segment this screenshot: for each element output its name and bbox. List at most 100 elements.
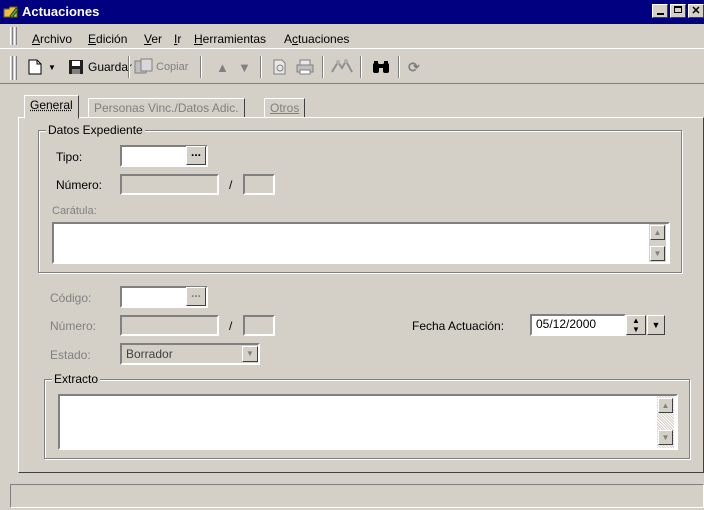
- estado-dropdown-button[interactable]: ▼: [242, 346, 258, 362]
- toolbar-grip[interactable]: [10, 56, 13, 80]
- move-up-button[interactable]: ▲: [216, 56, 229, 78]
- menu-edicion[interactable]: Edición: [88, 32, 127, 46]
- tab-general[interactable]: General: [24, 95, 79, 119]
- estado-value: Borrador: [126, 347, 173, 361]
- folder-pencil-icon: [3, 6, 19, 19]
- scroll-down-arrow-icon: ▼: [653, 249, 662, 258]
- estado-select[interactable]: Borrador ▼: [120, 343, 260, 365]
- refresh-button[interactable]: ⟳: [408, 56, 420, 78]
- move-down-button[interactable]: ▼: [238, 56, 251, 78]
- chevron-down-icon: ▼: [651, 320, 661, 330]
- fecha-spin-button[interactable]: ▲ ▼: [626, 315, 646, 335]
- print-button[interactable]: [296, 56, 314, 78]
- expediente-anio-input[interactable]: [243, 174, 275, 195]
- refresh-icon: ⟳: [408, 58, 420, 75]
- tab-otros[interactable]: Otros: [264, 98, 306, 118]
- arrow-down-icon: ▼: [238, 59, 251, 75]
- spin-down-icon: ▼: [632, 325, 640, 334]
- toolbar-separator: [260, 56, 262, 78]
- save-button[interactable]: Guardar: [68, 56, 132, 78]
- print-icon: [296, 59, 314, 75]
- expediente-numero-input[interactable]: [120, 174, 219, 195]
- search-button[interactable]: [372, 56, 390, 78]
- toolbar-separator: [398, 56, 400, 78]
- menu-actuaciones[interactable]: Actuaciones: [284, 32, 349, 46]
- tab-otros-label: Otros: [270, 101, 300, 115]
- title-bar[interactable]: Actuaciones ✕: [0, 0, 704, 24]
- print-preview-button[interactable]: [272, 56, 288, 78]
- status-bar: [10, 484, 704, 508]
- menu-grip-2[interactable]: [14, 27, 17, 45]
- close-icon: ✕: [691, 5, 701, 17]
- scroll-up-arrow-icon: ▲: [661, 401, 670, 410]
- copy-button[interactable]: Copiar: [134, 56, 188, 78]
- workflow-icon: [331, 58, 353, 73]
- floppy-disk-icon: [69, 60, 83, 74]
- new-button[interactable]: ▼: [28, 56, 56, 78]
- toolbar: ▼ Guardar Copiar ▲ ▼ ⟳: [0, 49, 704, 84]
- scroll-up-button[interactable]: ▲: [658, 398, 673, 413]
- actuacion-numero-separator: /: [229, 319, 233, 333]
- arrow-up-icon: ▲: [216, 59, 229, 75]
- spin-up-icon: ▲: [632, 316, 640, 325]
- expediente-numero-separator: /: [229, 178, 233, 192]
- tab-personas[interactable]: Personas Vinc./Datos Adic.: [88, 98, 245, 118]
- print-preview-icon: [273, 59, 286, 75]
- menu-ir[interactable]: Ir: [174, 32, 181, 46]
- menu-archivo[interactable]: Archivo: [32, 32, 72, 46]
- maximize-icon: [674, 6, 682, 13]
- toolbar-grip-2[interactable]: [14, 56, 17, 80]
- fecha-actuacion-label: Fecha Actuación:: [412, 319, 505, 333]
- caratula-scrollbar[interactable]: ▲ ▼: [649, 224, 666, 262]
- scroll-up-arrow-icon: ▲: [653, 228, 662, 237]
- extracto-scrollbar[interactable]: ▲ ▼: [657, 396, 674, 448]
- expediente-numero-label: Número:: [56, 178, 103, 192]
- toolbar-separator: [200, 56, 202, 78]
- caratula-textarea[interactable]: [52, 222, 670, 264]
- fecha-actuacion-input[interactable]: 05/12/2000: [530, 314, 626, 336]
- tab-general-label: General: [30, 98, 73, 112]
- codigo-label: Código:: [50, 291, 92, 305]
- dropdown-arrow-icon[interactable]: ▼: [48, 63, 56, 72]
- scroll-down-arrow-icon: ▼: [661, 433, 670, 442]
- extracto-label: Extracto: [52, 372, 101, 386]
- estado-label: Estado:: [50, 348, 91, 362]
- codigo-lookup-button[interactable]: ...: [186, 287, 206, 306]
- chevron-down-icon: ▼: [246, 349, 254, 358]
- scroll-down-button[interactable]: ▼: [650, 246, 665, 261]
- menu-herramientas[interactable]: Herramientas: [194, 32, 266, 46]
- minimize-icon: [656, 13, 664, 15]
- toolbar-separator: [360, 56, 362, 78]
- fecha-dropdown-button[interactable]: ▼: [647, 315, 665, 335]
- scroll-down-button[interactable]: ▼: [658, 430, 673, 445]
- save-label: Guardar: [88, 60, 133, 74]
- tipo-label: Tipo:: [56, 150, 83, 164]
- workflow-button[interactable]: [330, 56, 354, 78]
- copy-icon: [134, 58, 153, 74]
- actuacion-anio-input[interactable]: [243, 315, 275, 336]
- scroll-up-button[interactable]: ▲: [650, 225, 665, 240]
- toolbar-separator: [322, 56, 324, 78]
- caratula-label: Carátula:: [52, 205, 97, 217]
- fecha-actuacion-value: 05/12/2000: [536, 317, 597, 331]
- menu-bar: Archivo Edición Ver Ir Herramientas Actu…: [0, 24, 704, 49]
- extracto-textarea[interactable]: [58, 394, 678, 450]
- close-button[interactable]: ✕: [688, 4, 704, 18]
- tab-personas-label: Personas Vinc./Datos Adic.: [94, 101, 239, 115]
- maximize-button[interactable]: [670, 4, 686, 18]
- datos-expediente-label: Datos Expediente: [46, 123, 145, 137]
- tipo-lookup-button[interactable]: ...: [186, 146, 206, 165]
- window-title: Actuaciones: [22, 4, 100, 19]
- menu-ver[interactable]: Ver: [144, 32, 162, 46]
- actuacion-numero-label: Número:: [50, 319, 97, 333]
- actuacion-numero-input[interactable]: [120, 315, 219, 336]
- toolbar-separator: [128, 56, 130, 78]
- binoculars-icon: [373, 61, 389, 73]
- copy-label: Copiar: [156, 61, 189, 73]
- menu-archivo-label: rchivo: [40, 32, 73, 46]
- ellipsis-icon: ...: [190, 145, 201, 159]
- minimize-button[interactable]: [652, 4, 668, 18]
- menu-grip[interactable]: [10, 27, 13, 45]
- new-document-icon: [28, 59, 42, 75]
- ellipsis-icon: ...: [190, 286, 201, 300]
